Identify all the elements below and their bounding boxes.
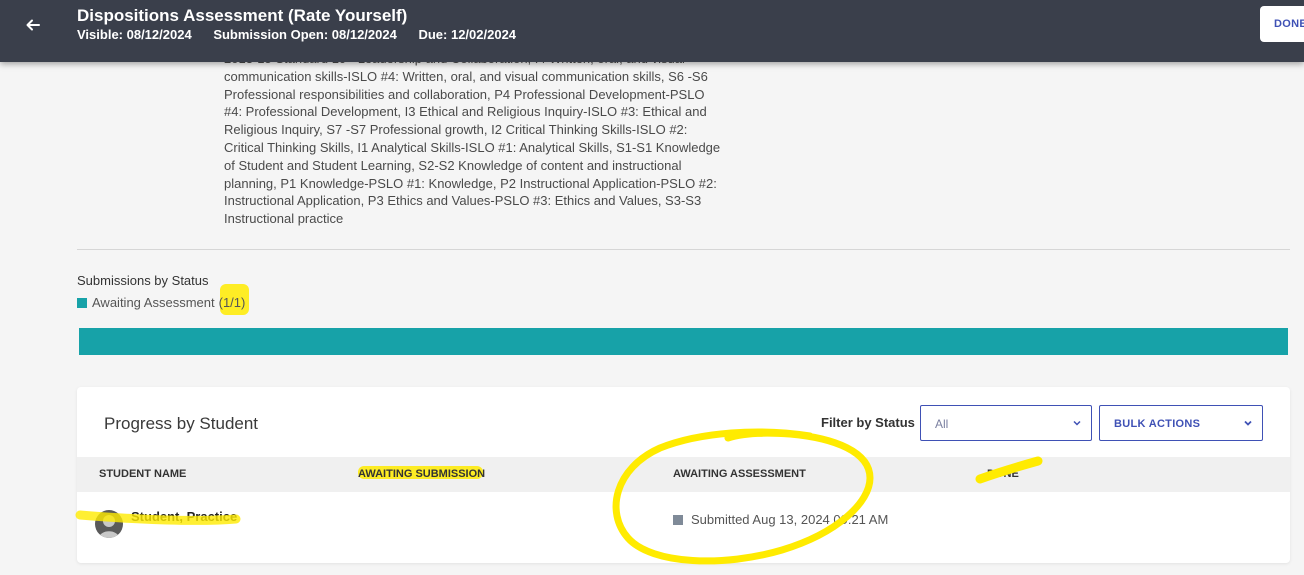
legend-swatch: [77, 297, 87, 308]
assignment-dates: Visible: 08/12/2024 Submission Open: 08/…: [77, 27, 534, 42]
bulk-actions-label: BULK ACTIONS: [1114, 418, 1201, 430]
status-square-icon: [673, 514, 683, 525]
back-arrow-icon: [26, 19, 40, 31]
submissions-by-status-title: Submissions by Status: [77, 273, 209, 288]
chevron-down-icon: [1073, 420, 1081, 426]
legend-label: Awaiting Assessment: [92, 295, 215, 310]
avatar[interactable]: [95, 510, 123, 538]
top-bar: Dispositions Assessment (Rate Yourself) …: [0, 0, 1304, 62]
chevron-down-icon: [1244, 420, 1252, 426]
bulk-actions-select[interactable]: BULK ACTIONS: [1099, 405, 1263, 441]
assessment-status[interactable]: Submitted Aug 13, 2024 09:21 AM: [673, 512, 888, 527]
column-done[interactable]: DONE: [987, 468, 1019, 480]
filter-value: All: [935, 417, 949, 431]
submission-open-date: Submission Open: 08/12/2024: [213, 27, 397, 42]
done-button[interactable]: DONE: [1260, 6, 1304, 42]
table-header: STUDENT NAME AWAITING SUBMISSION AWAITIN…: [77, 457, 1290, 492]
section-divider: [77, 249, 1290, 250]
column-student-name[interactable]: STUDENT NAME: [99, 468, 186, 480]
progress-card: Progress by Student Filter by Status All…: [77, 387, 1290, 563]
status-legend: Awaiting Assessment (1/1): [77, 295, 245, 310]
back-button[interactable]: [20, 12, 46, 38]
table-row: Student, Practice Submitted Aug 13, 2024…: [77, 492, 1290, 552]
filter-label: Filter by Status: [821, 415, 915, 430]
student-name-link[interactable]: Student, Practice: [131, 509, 237, 524]
status-progress-bar: [79, 328, 1288, 355]
visible-date: Visible: 08/12/2024: [77, 27, 192, 42]
progress-title: Progress by Student: [104, 414, 259, 433]
submitted-timestamp: Submitted Aug 13, 2024 09:21 AM: [691, 512, 889, 527]
user-avatar-icon: [99, 515, 119, 538]
page-title: Dispositions Assessment (Rate Yourself): [77, 6, 408, 25]
legend-count: (1/1): [218, 295, 246, 310]
column-awaiting-assessment[interactable]: AWAITING ASSESSMENT: [673, 468, 806, 480]
column-awaiting-submission[interactable]: AWAITING SUBMISSION: [358, 468, 485, 480]
outcomes-text: 2013-15 Standard 10 - Leadership and Col…: [224, 51, 721, 227]
due-date: Due: 12/02/2024: [418, 27, 517, 42]
filter-status-select[interactable]: All: [920, 405, 1092, 441]
